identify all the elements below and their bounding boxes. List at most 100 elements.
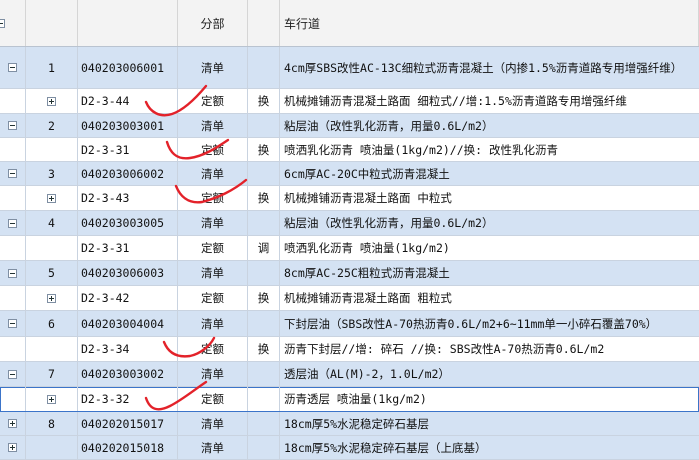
row-type: 清单 <box>178 114 248 137</box>
row-num: 1 <box>26 47 78 88</box>
row-flag <box>248 311 280 336</box>
row-name[interactable]: 下封层油（SBS改性A-70热沥青0.6L/m2+6~11mm单一小碎石覆盖70… <box>280 311 699 336</box>
row-type: 定额 <box>178 138 248 161</box>
table-row[interactable]: D2-3-42 定额 换 机械摊铺沥青混凝土路面 粗粒式 <box>0 286 699 311</box>
table-row[interactable]: D2-3-43 定额 换 机械摊铺沥青混凝土路面 中粒式 <box>0 186 699 211</box>
row-name[interactable]: 沥青下封层//增: 碎石 //换: SBS改性A-70热沥青0.6L/m2 <box>280 337 699 361</box>
collapse-icon[interactable] <box>8 319 17 328</box>
table-row[interactable]: 6 040203004004 清单 下封层油（SBS改性A-70热沥青0.6L/… <box>0 311 699 337</box>
collapse-icon[interactable] <box>8 218 17 228</box>
row-num-cell <box>26 138 78 161</box>
collapse-icon[interactable] <box>8 63 17 72</box>
table-row[interactable]: 3 040203006002 清单 6cm厚AC-20C中粒式沥青混凝土 <box>0 162 699 186</box>
row-toggle-cell <box>0 162 26 185</box>
row-name[interactable]: 粘层油（改性乳化沥青，用量0.6L/m2） <box>280 211 699 235</box>
header-name-label: 车行道 <box>284 16 321 31</box>
table-row[interactable]: 8 040202015017 清单 18cm厚5%水泥稳定碎石基层 <box>0 412 699 436</box>
expand-icon[interactable] <box>8 419 17 428</box>
table-row-selected[interactable]: D2-3-32 定额 沥青透层 喷油量(1kg/m2) <box>0 387 699 412</box>
expand-icon[interactable] <box>47 193 56 203</box>
row-flag: 换 <box>248 286 280 310</box>
expand-icon[interactable] <box>47 293 56 303</box>
row-name[interactable]: 机械摊铺沥青混凝土路面 细粒式//增:1.5%沥青道路专用增强纤维 <box>280 89 699 113</box>
row-type: 清单 <box>178 261 248 285</box>
table-row[interactable]: 1 040203006001 清单 4cm厚SBS改性AC-13C细粒式沥青混凝… <box>0 47 699 89</box>
collapse-icon[interactable] <box>8 268 17 278</box>
row-num-cell <box>26 286 78 310</box>
grid-header: 分部 车行道 <box>0 0 699 47</box>
table-row[interactable]: 5 040203006003 清单 8cm厚AC-25C粗粒式沥青混凝土 <box>0 261 699 286</box>
table-row[interactable]: 4 040203003005 清单 粘层油（改性乳化沥青，用量0.6L/m2） <box>0 211 699 236</box>
row-num: 8 <box>26 412 78 435</box>
row-tree-cell <box>0 337 26 361</box>
collapse-icon[interactable] <box>8 369 17 379</box>
row-num: 6 <box>26 311 78 336</box>
header-type-label: 分部 <box>200 16 225 31</box>
row-code: 040203003001 <box>78 114 178 137</box>
row-num-cell <box>26 387 78 411</box>
row-tree-cell <box>0 89 26 113</box>
table-row[interactable]: D2-3-31 定额 调 喷洒乳化沥青 喷油量(1kg/m2) <box>0 236 699 261</box>
row-type: 定额 <box>178 186 248 210</box>
row-tree-cell <box>0 286 26 310</box>
collapse-icon[interactable] <box>8 121 17 130</box>
row-toggle-cell <box>0 114 26 137</box>
row-code: 040203006001 <box>78 47 178 88</box>
expand-icon[interactable] <box>47 394 56 404</box>
row-code: 040203003002 <box>78 362 178 386</box>
row-code: 040203004004 <box>78 311 178 336</box>
row-toggle-cell <box>0 261 26 285</box>
row-num-cell <box>26 236 78 260</box>
row-num: 7 <box>26 362 78 386</box>
table-row[interactable]: 2 040203003001 清单 粘层油（改性乳化沥青，用量0.6L/m2） <box>0 114 699 138</box>
collapse-all-icon[interactable] <box>0 19 5 28</box>
row-code: 040203006003 <box>78 261 178 285</box>
row-toggle-cell <box>0 311 26 336</box>
row-flag: 换 <box>248 186 280 210</box>
row-flag: 换 <box>248 138 280 161</box>
row-toggle-cell <box>0 412 26 435</box>
table-row[interactable]: D2-3-31 定额 换 喷洒乳化沥青 喷油量(1kg/m2)//换: 改性乳化… <box>0 138 699 162</box>
row-flag <box>248 261 280 285</box>
row-num: 5 <box>26 261 78 285</box>
row-code: D2-3-34 <box>78 337 178 361</box>
row-name[interactable]: 18cm厚5%水泥稳定碎石基层 <box>280 412 699 435</box>
row-tree-cell <box>0 387 26 411</box>
header-code-cell <box>78 0 178 46</box>
row-tree-cell <box>0 138 26 161</box>
row-flag: 调 <box>248 236 280 260</box>
row-name[interactable]: 8cm厚AC-25C粗粒式沥青混凝土 <box>280 261 699 285</box>
row-num-cell <box>26 89 78 113</box>
row-flag <box>248 387 280 411</box>
row-name[interactable]: 喷洒乳化沥青 喷油量(1kg/m2) <box>280 236 699 260</box>
table-row[interactable]: D2-3-44 定额 换 机械摊铺沥青混凝土路面 细粒式//增:1.5%沥青道路… <box>0 89 699 114</box>
header-type-cell[interactable]: 分部 <box>178 0 248 46</box>
row-toggle-cell <box>0 47 26 88</box>
row-name[interactable]: 机械摊铺沥青混凝土路面 中粒式 <box>280 186 699 210</box>
row-flag <box>248 211 280 235</box>
table-row[interactable]: D2-3-34 定额 换 沥青下封层//增: 碎石 //换: SBS改性A-70… <box>0 337 699 362</box>
row-num: 3 <box>26 162 78 185</box>
row-type: 清单 <box>178 211 248 235</box>
table-row[interactable]: 040202015018 清单 18cm厚5%水泥稳定碎石基层（上底基） <box>0 436 699 460</box>
row-code: D2-3-44 <box>78 89 178 113</box>
row-name[interactable]: 6cm厚AC-20C中粒式沥青混凝土 <box>280 162 699 185</box>
row-code: D2-3-43 <box>78 186 178 210</box>
header-num-cell <box>26 0 78 46</box>
row-name[interactable]: 透层油（AL(M)-2，1.0L/m2） <box>280 362 699 386</box>
row-tree-cell <box>0 186 26 210</box>
row-flag <box>248 412 280 435</box>
row-tree-cell <box>0 236 26 260</box>
row-flag <box>248 114 280 137</box>
row-name[interactable]: 沥青透层 喷油量(1kg/m2) <box>280 387 699 411</box>
row-type: 清单 <box>178 311 248 336</box>
row-name[interactable]: 4cm厚SBS改性AC-13C细粒式沥青混凝土（内掺1.5%沥青道路专用增强纤维… <box>280 47 699 88</box>
row-name[interactable]: 机械摊铺沥青混凝土路面 粗粒式 <box>280 286 699 310</box>
table-row[interactable]: 7 040203003002 清单 透层油（AL(M)-2，1.0L/m2） <box>0 362 699 387</box>
row-name[interactable]: 喷洒乳化沥青 喷油量(1kg/m2)//换: 改性乳化沥青 <box>280 138 699 161</box>
row-code: D2-3-32 <box>78 387 178 411</box>
row-name[interactable]: 粘层油（改性乳化沥青，用量0.6L/m2） <box>280 114 699 137</box>
collapse-icon[interactable] <box>8 169 17 178</box>
header-name-cell[interactable]: 车行道 <box>280 0 699 46</box>
expand-icon[interactable] <box>47 96 56 106</box>
